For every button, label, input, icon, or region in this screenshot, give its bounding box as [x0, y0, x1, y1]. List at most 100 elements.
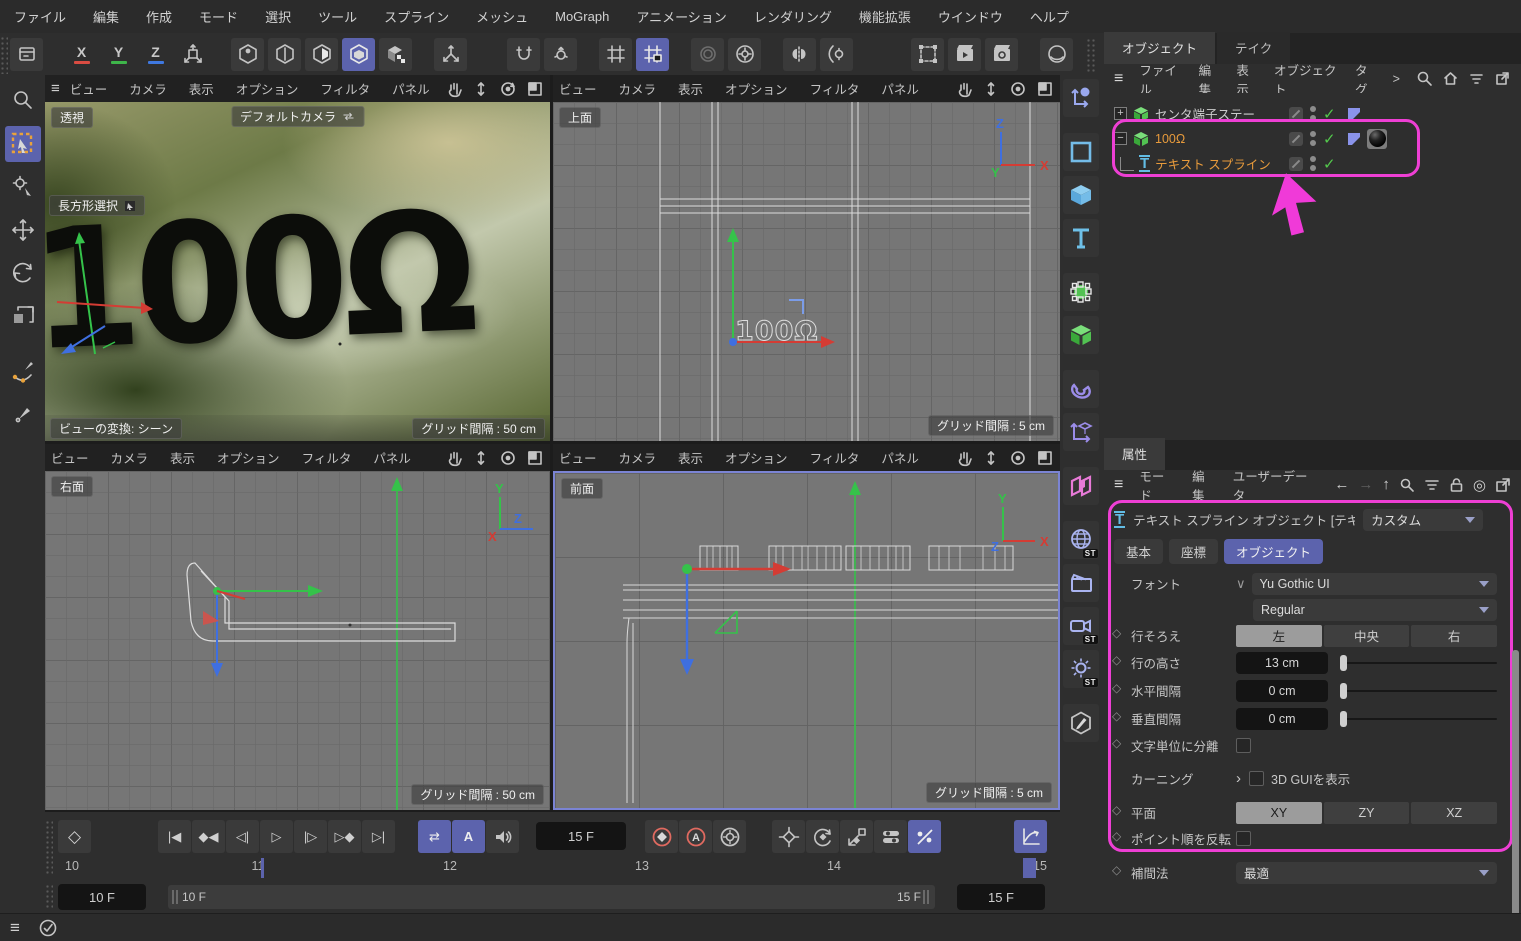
key-scale-button[interactable]	[840, 820, 873, 853]
scale-tool[interactable]	[5, 298, 41, 334]
material-tag-icon[interactable]	[1367, 129, 1387, 149]
keying-settings-button[interactable]	[713, 820, 746, 853]
undo-history-icon[interactable]	[10, 38, 43, 71]
spline-pen-live-tool[interactable]	[5, 354, 41, 390]
viewport-menu-item[interactable]: ビュー	[51, 448, 89, 467]
add-light-icon[interactable]: ST	[1063, 650, 1099, 688]
dolly-icon[interactable]	[982, 449, 1000, 467]
current-frame-field[interactable]: 15 F	[536, 822, 626, 850]
sound-button[interactable]	[486, 820, 519, 853]
viewport-menu-item[interactable]: カメラ	[619, 79, 657, 98]
transport-button[interactable]: ▷	[260, 820, 293, 853]
viewport-menu-item[interactable]: カメラ	[111, 448, 149, 467]
timeline-playhead[interactable]	[261, 858, 264, 878]
transport-button[interactable]: |◀	[158, 820, 191, 853]
viewport-top-canvas[interactable]: 100Ω Z X Y 上面 グリッド間隔 : 5	[553, 102, 1060, 441]
h-spacing-slider[interactable]	[1340, 680, 1497, 702]
key-position-button[interactable]	[772, 820, 805, 853]
am-menu-mode[interactable]: モード	[1139, 466, 1176, 504]
menubar-item[interactable]: レンダリング	[754, 7, 832, 26]
panel-menu-icon[interactable]: ≡	[1114, 476, 1123, 494]
axis-lock-y-button[interactable]: Y	[102, 38, 135, 71]
fcurve-editor-button[interactable]	[1014, 820, 1047, 853]
active-camera-label[interactable]: デフォルトカメラ	[231, 106, 364, 127]
transport-button[interactable]: ◁|	[226, 820, 259, 853]
transport-button[interactable]: ◆◀	[192, 820, 225, 853]
dolly-icon[interactable]	[472, 449, 490, 467]
interactive-render-region-icon[interactable]	[691, 38, 724, 71]
pan-hand-icon[interactable]	[955, 449, 973, 467]
viewport-menu-item[interactable]: オプション	[725, 79, 788, 98]
add-subdivision-surface-icon[interactable]	[1063, 273, 1099, 311]
open-external-icon[interactable]	[1494, 70, 1511, 87]
add-generator-icon[interactable]	[1063, 316, 1099, 354]
orbit-icon[interactable]	[1009, 449, 1027, 467]
search-icon[interactable]	[1416, 70, 1433, 87]
record-keyframe-button[interactable]	[645, 820, 678, 853]
transport-button[interactable]: ▷◆	[328, 820, 361, 853]
snap-settings-gear-icon[interactable]	[544, 38, 577, 71]
spline-pen-tool[interactable]	[5, 397, 41, 433]
render-options-icon[interactable]	[728, 38, 761, 71]
workplane-lock-icon[interactable]	[636, 38, 669, 71]
viewport-menu-item[interactable]: ビュー	[559, 448, 597, 467]
viewport-menu-item[interactable]: フィルタ	[810, 448, 860, 467]
dolly-icon[interactable]	[982, 80, 1000, 98]
menubar-item[interactable]: ヘルプ	[1030, 7, 1069, 26]
transport-button[interactable]: |▷	[294, 820, 327, 853]
transport-button[interactable]: ▷|	[362, 820, 395, 853]
toggle-single-view-icon[interactable]	[1036, 80, 1054, 98]
viewport-menu-item[interactable]: オプション	[217, 448, 280, 467]
search-commander-icon[interactable]	[5, 83, 41, 119]
search-icon[interactable]	[1399, 477, 1415, 493]
home-icon[interactable]	[1442, 70, 1459, 87]
texture-mode-icon[interactable]	[379, 38, 412, 71]
history-forward-icon[interactable]: →	[1358, 476, 1373, 493]
material-sphere-icon[interactable]	[1040, 38, 1073, 71]
viewport-front[interactable]: ビューカメラ表示オプションフィルタパネル	[553, 444, 1060, 810]
key-pla-button[interactable]	[908, 820, 941, 853]
add-text-spline-icon[interactable]	[1063, 219, 1099, 257]
viewport-menu-icon[interactable]: ≡	[51, 80, 60, 97]
viewport-menu-item[interactable]: ビュー	[559, 79, 597, 98]
om-menu-objects[interactable]: オブジェクト	[1274, 60, 1339, 98]
add-sky-icon[interactable]: ST	[1063, 521, 1099, 559]
om-menu-edit[interactable]: 編集	[1199, 60, 1221, 98]
plane-xy-button[interactable]: XY	[1236, 802, 1322, 824]
expand-chevron-icon[interactable]: ›	[1236, 770, 1241, 787]
dolly-icon[interactable]	[472, 80, 490, 98]
loop-mode-button[interactable]: ⇄	[418, 820, 451, 853]
interpolation-dropdown[interactable]: 最適	[1236, 862, 1497, 884]
object-name[interactable]: センタ端子ステー	[1155, 104, 1255, 123]
edit-sculpt-icon[interactable]	[1063, 704, 1099, 742]
toggle-single-view-icon[interactable]	[526, 449, 544, 467]
filter-icon[interactable]	[1468, 70, 1485, 87]
reverse-checkbox[interactable]	[1236, 831, 1251, 846]
phong-tag-icon[interactable]	[1347, 132, 1361, 146]
h-spacing-input[interactable]: 0 cm	[1236, 680, 1328, 702]
key-rotation-button[interactable]	[806, 820, 839, 853]
menubar-item[interactable]: MoGraph	[555, 9, 609, 24]
toggle-single-view-icon[interactable]	[1036, 449, 1054, 467]
pan-hand-icon[interactable]	[445, 80, 463, 98]
range-slider[interactable]: 10 F 15 F	[168, 885, 935, 909]
viewport-front-canvas[interactable]: Y X Z 前面 グリッド間隔 : 5 cm	[553, 471, 1060, 810]
autokey-record-button[interactable]: A	[679, 820, 712, 853]
viewport-menu-item[interactable]: カメラ	[619, 448, 657, 467]
viewport-menu-item[interactable]: ビュー	[70, 79, 108, 98]
snap-magnet-icon[interactable]	[507, 38, 540, 71]
plane-zy-button[interactable]: ZY	[1324, 802, 1410, 824]
add-cube-icon[interactable]	[1063, 176, 1099, 214]
line-height-slider[interactable]	[1340, 652, 1497, 674]
add-mograph-cloner-icon[interactable]	[1063, 467, 1099, 505]
viewport-top[interactable]: ビューカメラ表示オプションフィルタパネル	[553, 75, 1060, 441]
rangebar-drag-handle[interactable]	[45, 884, 53, 910]
visibility-dots[interactable]	[1310, 106, 1316, 121]
render-view-icon[interactable]	[948, 38, 981, 71]
go-up-icon[interactable]: ↑	[1382, 476, 1390, 493]
expand-icon[interactable]: +	[1114, 107, 1127, 120]
orbit-icon[interactable]	[499, 80, 517, 98]
toolbar-drag-handle[interactable]	[1086, 38, 1096, 72]
om-menu-more[interactable]: >	[1393, 72, 1400, 86]
viewport-perspective[interactable]: ≡ ビューカメラ表示オプションフィルタパネル 100Ω	[45, 75, 550, 441]
